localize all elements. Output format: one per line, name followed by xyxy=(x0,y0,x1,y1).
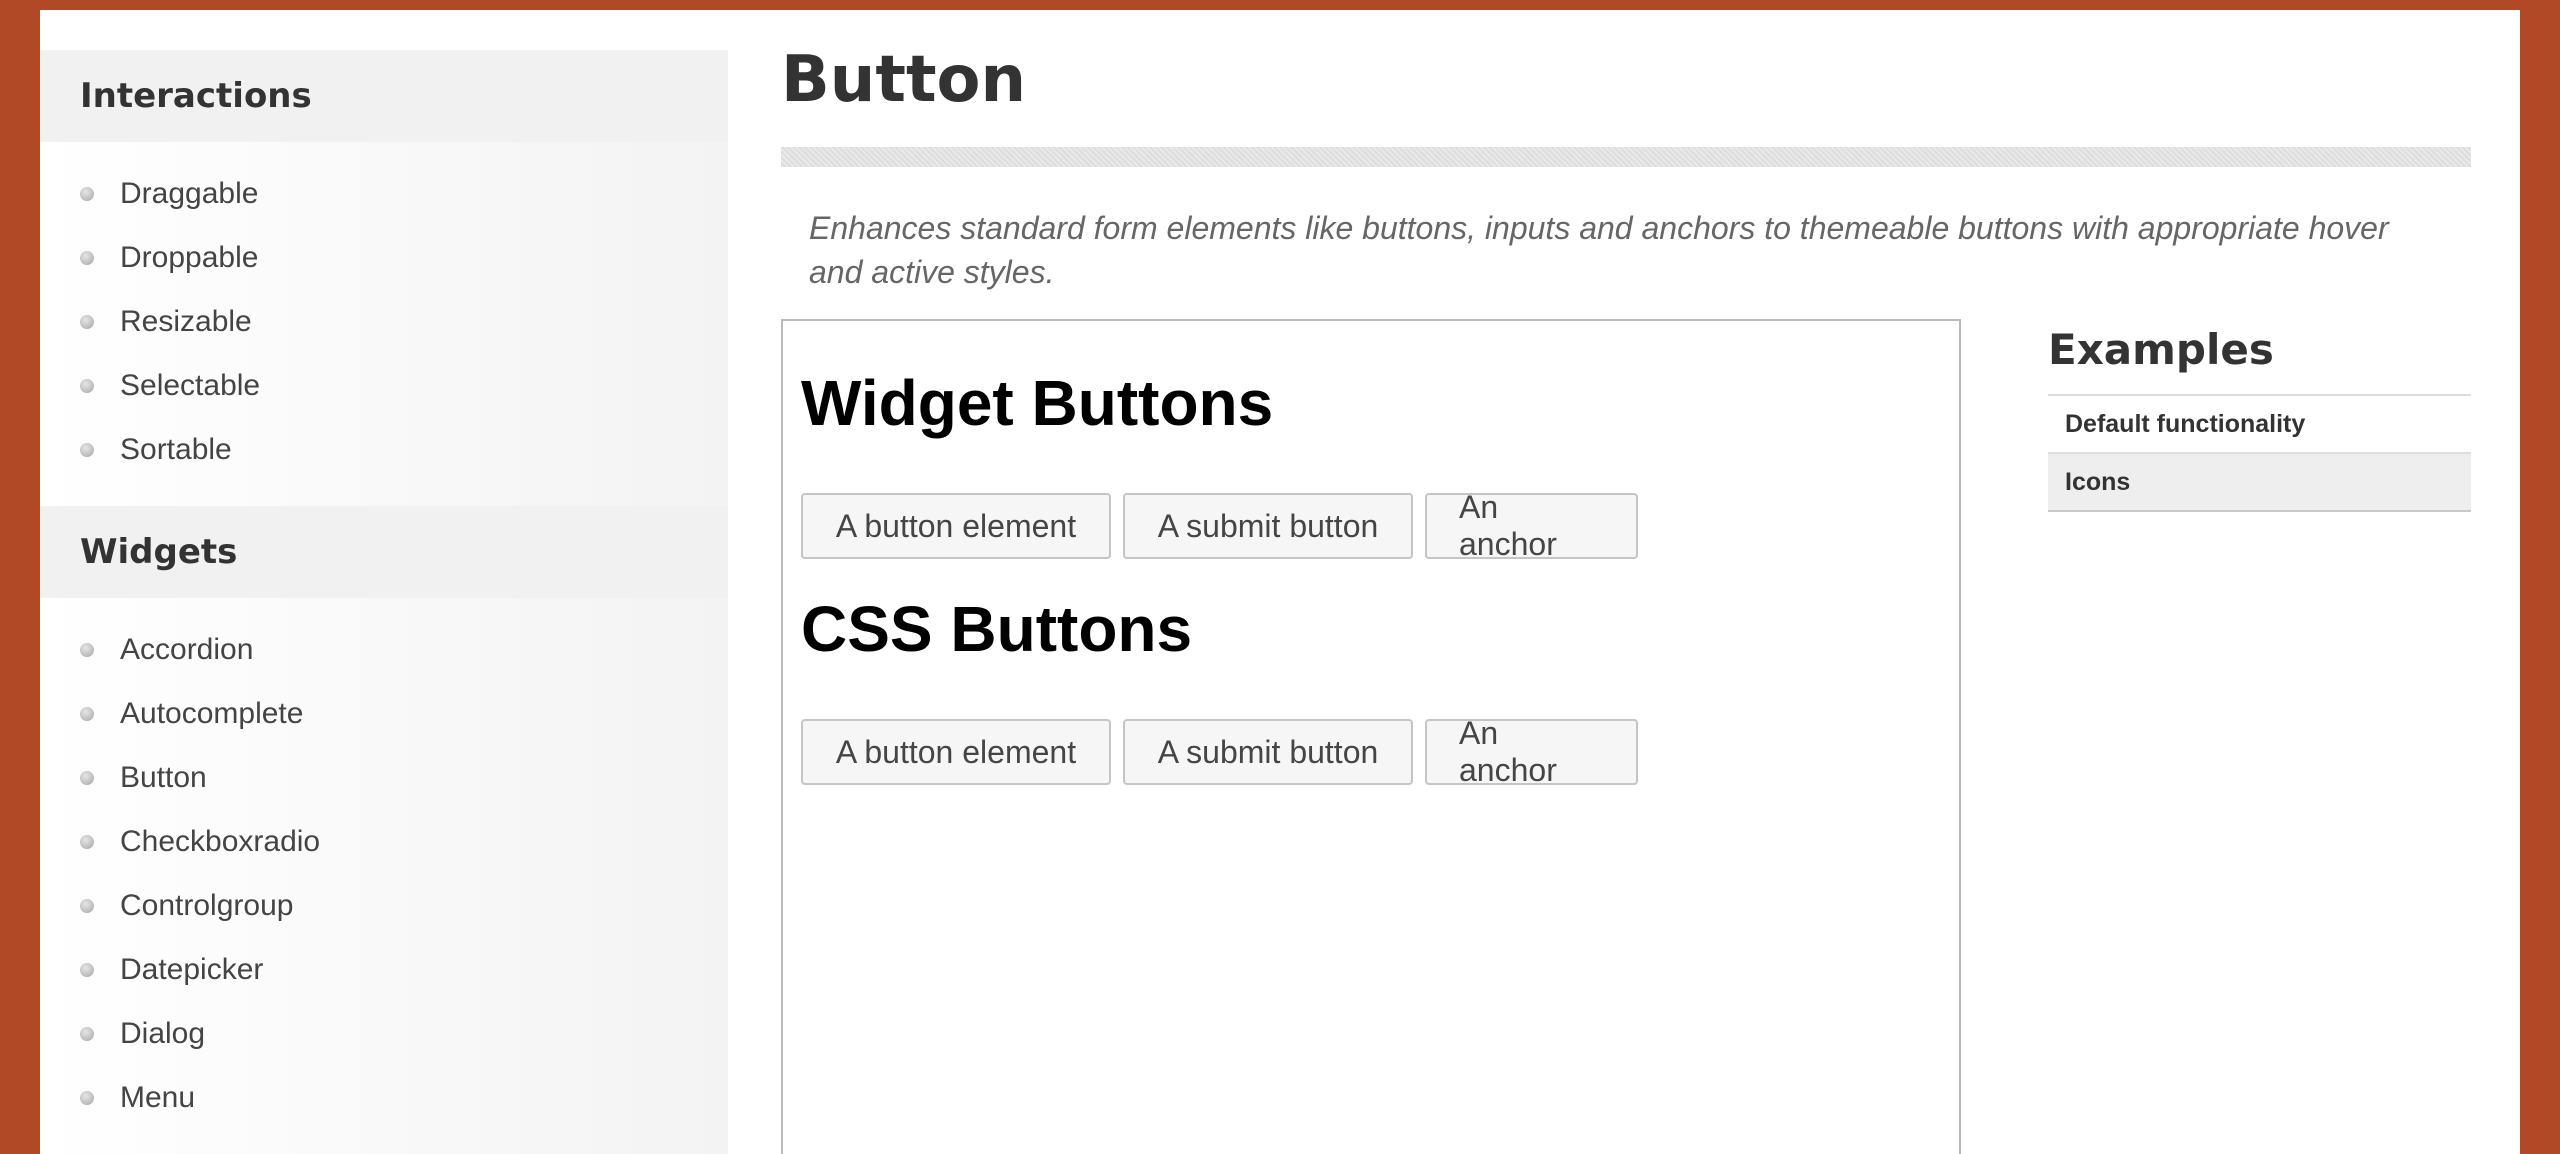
widget-buttons-row: A button element A submit button An anch… xyxy=(801,489,1638,562)
sidebar-item-droppable[interactable]: Droppable xyxy=(40,226,728,290)
bullet-dot-icon xyxy=(80,771,94,785)
page-description: Enhances standard form elements like but… xyxy=(809,210,2389,290)
sidebar-item-label: Sortable xyxy=(120,433,232,466)
sidebar-item-datepicker[interactable]: Datepicker xyxy=(40,938,728,1002)
widget-anchor-button[interactable]: An anchor xyxy=(1425,489,1638,562)
bullet-dot-icon xyxy=(80,1091,94,1105)
examples-list: Default functionality Icons xyxy=(2048,394,2471,512)
sidebar-item-accordion[interactable]: Accordion xyxy=(40,618,728,682)
sidebar-item-resizable[interactable]: Resizable xyxy=(40,290,728,354)
sidebar-item-label: Controlgroup xyxy=(120,889,294,922)
widget-submit-button[interactable]: A submit button xyxy=(1123,493,1413,559)
bullet-dot-icon xyxy=(80,251,94,265)
css-submit-button[interactable]: A submit button xyxy=(1123,719,1413,785)
sidebar-item-controlgroup[interactable]: Controlgroup xyxy=(40,874,728,938)
css-button-element[interactable]: A button element xyxy=(801,719,1111,785)
bullet-dot-icon xyxy=(80,315,94,329)
bullet-dot-icon xyxy=(80,835,94,849)
widget-button-element[interactable]: A button element xyxy=(801,493,1111,559)
bullet-dot-icon xyxy=(80,963,94,977)
css-buttons-row: A button element A submit button An anch… xyxy=(801,715,1638,788)
examples-title: Examples xyxy=(2048,325,2274,374)
sidebar-item-label: Button xyxy=(120,761,207,794)
examples-panel: Examples Default functionality Icons xyxy=(2048,322,2471,512)
bullet-dot-icon xyxy=(80,707,94,721)
bullet-dot-icon xyxy=(80,443,94,457)
sidebar-item-selectable[interactable]: Selectable xyxy=(40,354,728,418)
example-default-functionality[interactable]: Default functionality xyxy=(2048,396,2471,454)
sidebar: Interactions Draggable Droppable Resizab… xyxy=(40,50,728,1154)
main-content: Button Enhances standard form elements l… xyxy=(781,10,2471,1154)
bullet-dot-icon xyxy=(80,899,94,913)
sidebar-list-interactions: Draggable Droppable Resizable Selectable… xyxy=(40,142,728,506)
sidebar-item-label: Menu xyxy=(120,1081,196,1114)
bullet-dot-icon xyxy=(80,379,94,393)
sidebar-item-label: Draggable xyxy=(120,177,259,210)
widget-buttons-heading: Widget Buttons xyxy=(801,367,1274,439)
page: Interactions Draggable Droppable Resizab… xyxy=(40,10,2520,1154)
sidebar-item-label: Resizable xyxy=(120,305,252,338)
sidebar-item-label: Selectable xyxy=(120,369,261,402)
sidebar-header-interactions: Interactions xyxy=(40,50,728,142)
title-divider xyxy=(781,147,2471,167)
sidebar-item-label: Accordion xyxy=(120,633,254,666)
sidebar-item-checkboxradio[interactable]: Checkboxradio xyxy=(40,810,728,874)
sidebar-item-label: Droppable xyxy=(120,241,259,274)
sidebar-item-autocomplete[interactable]: Autocomplete xyxy=(40,682,728,746)
sidebar-item-label: Autocomplete xyxy=(120,697,304,730)
page-title: Button xyxy=(781,43,1027,117)
sidebar-list-widgets: Accordion Autocomplete Button Checkboxra… xyxy=(40,598,728,1154)
sidebar-item-button[interactable]: Button xyxy=(40,746,728,810)
sidebar-header-widgets: Widgets xyxy=(40,506,728,598)
sidebar-item-sortable[interactable]: Sortable xyxy=(40,418,728,482)
sidebar-item-draggable[interactable]: Draggable xyxy=(40,162,728,226)
bullet-dot-icon xyxy=(80,1027,94,1041)
bullet-dot-icon xyxy=(80,643,94,657)
bullet-dot-icon xyxy=(80,187,94,201)
css-buttons-heading: CSS Buttons xyxy=(801,593,1193,665)
css-anchor-button[interactable]: An anchor xyxy=(1425,715,1638,788)
sidebar-item-label: Dialog xyxy=(120,1017,206,1050)
sidebar-item-label: Checkboxradio xyxy=(120,825,321,858)
sidebar-item-menu[interactable]: Menu xyxy=(40,1066,728,1130)
demo-frame: Widget Buttons A button element A submit… xyxy=(781,319,1961,1154)
sidebar-item-label: Datepicker xyxy=(120,953,264,986)
sidebar-item-dialog[interactable]: Dialog xyxy=(40,1002,728,1066)
example-icons[interactable]: Icons xyxy=(2048,454,2471,512)
